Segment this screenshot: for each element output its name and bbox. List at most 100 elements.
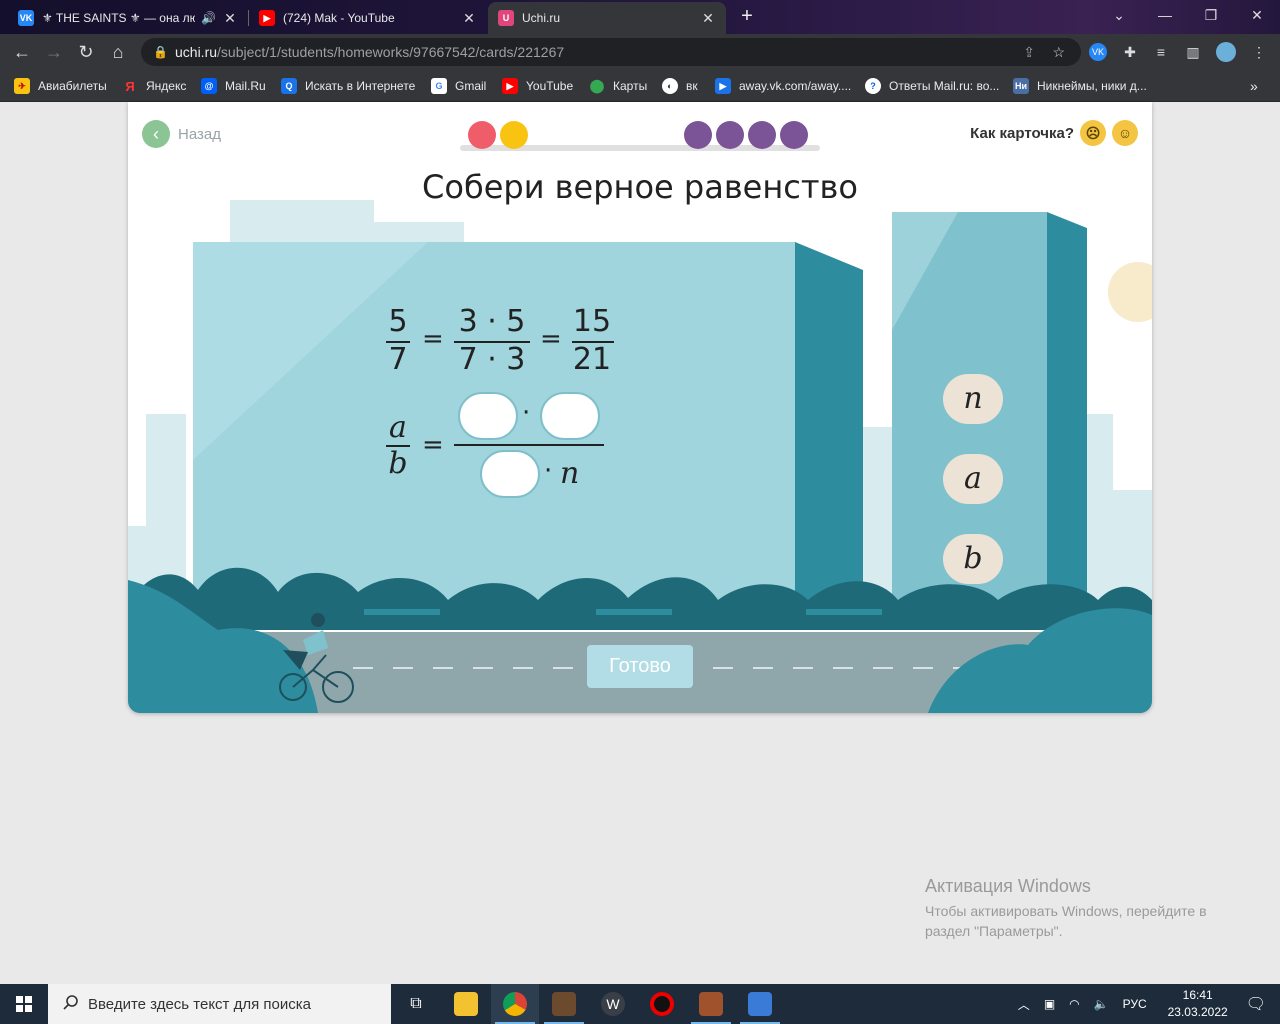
game2-app[interactable]: [687, 984, 735, 1024]
file-explorer-app[interactable]: [442, 984, 490, 1024]
menu-kebab-icon[interactable]: ⋮: [1250, 43, 1268, 61]
chevron-up-icon[interactable]: ︿: [1018, 996, 1030, 1013]
calculator-icon: [748, 992, 772, 1016]
vk-extension-icon[interactable]: VK: [1089, 43, 1107, 61]
w-app[interactable]: W: [589, 984, 637, 1024]
taskbar-search-box[interactable]: Введите здесь текст для поиска: [48, 984, 391, 1024]
system-tray: ︿ ▣ ◠ 🔈 РУС 16:41 23.03.2022 🗨: [1011, 984, 1280, 1024]
search-icon: Q: [281, 78, 297, 94]
drop-slot-numerator-1[interactable]: [458, 392, 518, 440]
recorder-app[interactable]: [638, 984, 686, 1024]
bookmark-nicknames[interactable]: Ни Никнеймы, ники д...: [1013, 76, 1147, 96]
calculator-app[interactable]: [736, 984, 784, 1024]
bookmarks-overflow-icon[interactable]: »: [1250, 76, 1258, 96]
close-tab-icon[interactable]: ✕: [461, 10, 477, 27]
game-icon: [552, 992, 576, 1016]
smile-face-icon[interactable]: ☺: [1112, 120, 1138, 146]
vk-icon: VK: [18, 10, 34, 26]
bookmark-otvety[interactable]: ? Ответы Mail.ru: во...: [865, 76, 999, 96]
close-tab-icon[interactable]: ✕: [700, 10, 716, 27]
answer-tile-b[interactable]: b: [943, 534, 1003, 584]
back-button[interactable]: ‹ Назад: [142, 120, 221, 148]
mail-icon: @: [201, 78, 217, 94]
done-button[interactable]: Готово: [587, 645, 693, 688]
close-window-button[interactable]: ✕: [1234, 0, 1280, 30]
meet-now-icon[interactable]: ▣: [1044, 997, 1055, 1011]
multiply-dot: ·: [544, 456, 553, 486]
reload-icon[interactable]: ↻: [72, 38, 100, 66]
back-arrow-icon[interactable]: ←: [8, 38, 36, 66]
audio-icon[interactable]: 🔊: [201, 11, 216, 25]
clock[interactable]: 16:41 23.03.2022: [1168, 987, 1228, 1021]
game2-icon: [699, 992, 723, 1016]
minimize-button[interactable]: —: [1142, 0, 1188, 30]
bookmarks-bar: ✈ Авиабилеты Я Яндекс @ Mail.Ru Q Искать в И…: [0, 70, 1280, 102]
bookmark-mailru[interactable]: @ Mail.Ru: [201, 76, 266, 96]
new-tab-button[interactable]: +: [734, 5, 760, 29]
plane-icon: ✈: [14, 78, 30, 94]
task-view-button[interactable]: ⧉: [392, 984, 440, 1024]
equals-sign: =: [422, 430, 444, 460]
volume-icon[interactable]: 🔈: [1094, 997, 1109, 1011]
bookmark-gmail[interactable]: G Gmail: [431, 76, 486, 96]
task-view-icon: ⧉: [410, 995, 422, 1012]
bookmark-yandex[interactable]: Я Яндекс: [122, 76, 186, 96]
notifications-icon[interactable]: 🗨: [1246, 994, 1266, 1014]
home-icon[interactable]: ⌂: [104, 38, 132, 66]
language-indicator[interactable]: РУС: [1123, 997, 1147, 1011]
game-app[interactable]: [540, 984, 588, 1024]
frown-face-icon[interactable]: ☹: [1080, 120, 1106, 146]
close-tab-icon[interactable]: ✕: [222, 10, 238, 27]
bookmark-star-icon[interactable]: ☆: [1052, 38, 1065, 66]
maps-icon: ⬤: [589, 78, 605, 93]
drop-slot-numerator-2[interactable]: [540, 392, 600, 440]
progress-dot-pending: [780, 121, 808, 149]
screen: { "browser": { "tabs": [ {"title": "⚜ TH…: [0, 0, 1280, 1024]
bookmark-vk[interactable]: ◐ вк: [662, 76, 698, 96]
page-content: ‹ Назад Как карточка? ☹ ☺ Собери верное …: [0, 102, 1280, 984]
extensions-puzzle-icon[interactable]: ✚: [1121, 43, 1139, 61]
nick-icon: Ни: [1013, 78, 1029, 94]
bookmark-youtube[interactable]: ▶ YouTube: [502, 76, 573, 96]
tab-strip: VK ⚜ THE SAINTS ⚜ — она люб 🔊 ✕ ▶ (724) …: [0, 0, 1280, 34]
windows-activation-watermark: Активация Windows Чтобы активировать Win…: [925, 876, 1207, 939]
restore-button[interactable]: ❐: [1188, 0, 1234, 30]
bookmark-away-vk[interactable]: ▶ away.vk.com/away....: [715, 76, 851, 96]
uchi-icon: U: [498, 10, 514, 26]
search-icon: [63, 995, 78, 1010]
answer-tile-a[interactable]: a: [943, 454, 1003, 504]
bookmark-maps[interactable]: ⬤ Карты: [589, 76, 647, 96]
drop-slot-denominator[interactable]: [480, 450, 540, 498]
forward-arrow-icon[interactable]: →: [40, 38, 68, 66]
variable-n: n: [560, 456, 580, 491]
fraction-numerator: 15: [572, 304, 612, 339]
chrome-app[interactable]: [491, 984, 539, 1024]
tab-uchi[interactable]: U Uchi.ru ✕: [488, 2, 726, 34]
folder-icon: [454, 992, 478, 1016]
fraction-denominator: 21: [572, 342, 612, 377]
yandex-icon: Я: [125, 78, 135, 94]
answer-tile-n[interactable]: n: [943, 374, 1003, 424]
start-button[interactable]: [0, 984, 48, 1024]
bookmark-search[interactable]: Q Искать в Интернете: [281, 76, 415, 96]
network-icon[interactable]: ◠: [1069, 997, 1079, 1011]
chrome-icon: [503, 992, 527, 1016]
tab-search-icon[interactable]: ⌄: [1096, 0, 1142, 30]
fraction-numerator: 3 · 5: [458, 304, 526, 339]
youtube-icon: ▶: [502, 78, 518, 94]
profile-avatar[interactable]: [1216, 42, 1236, 62]
share-icon[interactable]: ⇪: [1023, 38, 1035, 66]
progress-dot-pending: [748, 121, 776, 149]
tab-youtube[interactable]: ▶ (724) Mak - YouTube ✕: [249, 2, 487, 34]
bookmark-aviabilety[interactable]: ✈ Авиабилеты: [14, 76, 107, 96]
w-icon: W: [601, 992, 625, 1016]
tab-vk[interactable]: VK ⚜ THE SAINTS ⚜ — она люб 🔊 ✕: [8, 2, 248, 34]
equals-sign: =: [422, 324, 444, 354]
fraction-denominator: 7: [388, 342, 408, 377]
side-panel-icon[interactable]: ▥: [1184, 43, 1202, 61]
windows-taskbar: Введите здесь текст для поиска ⧉ W ︿ ▣ ◠…: [0, 984, 1280, 1024]
task-card: ‹ Назад Как карточка? ☹ ☺ Собери верное …: [128, 102, 1152, 713]
media-control-icon[interactable]: ≡: [1152, 43, 1170, 61]
card-rating: Как карточка? ☹ ☺: [970, 120, 1138, 146]
address-bar[interactable]: 🔒 uchi.ru/subject/1/students/homeworks/9…: [141, 38, 1081, 66]
